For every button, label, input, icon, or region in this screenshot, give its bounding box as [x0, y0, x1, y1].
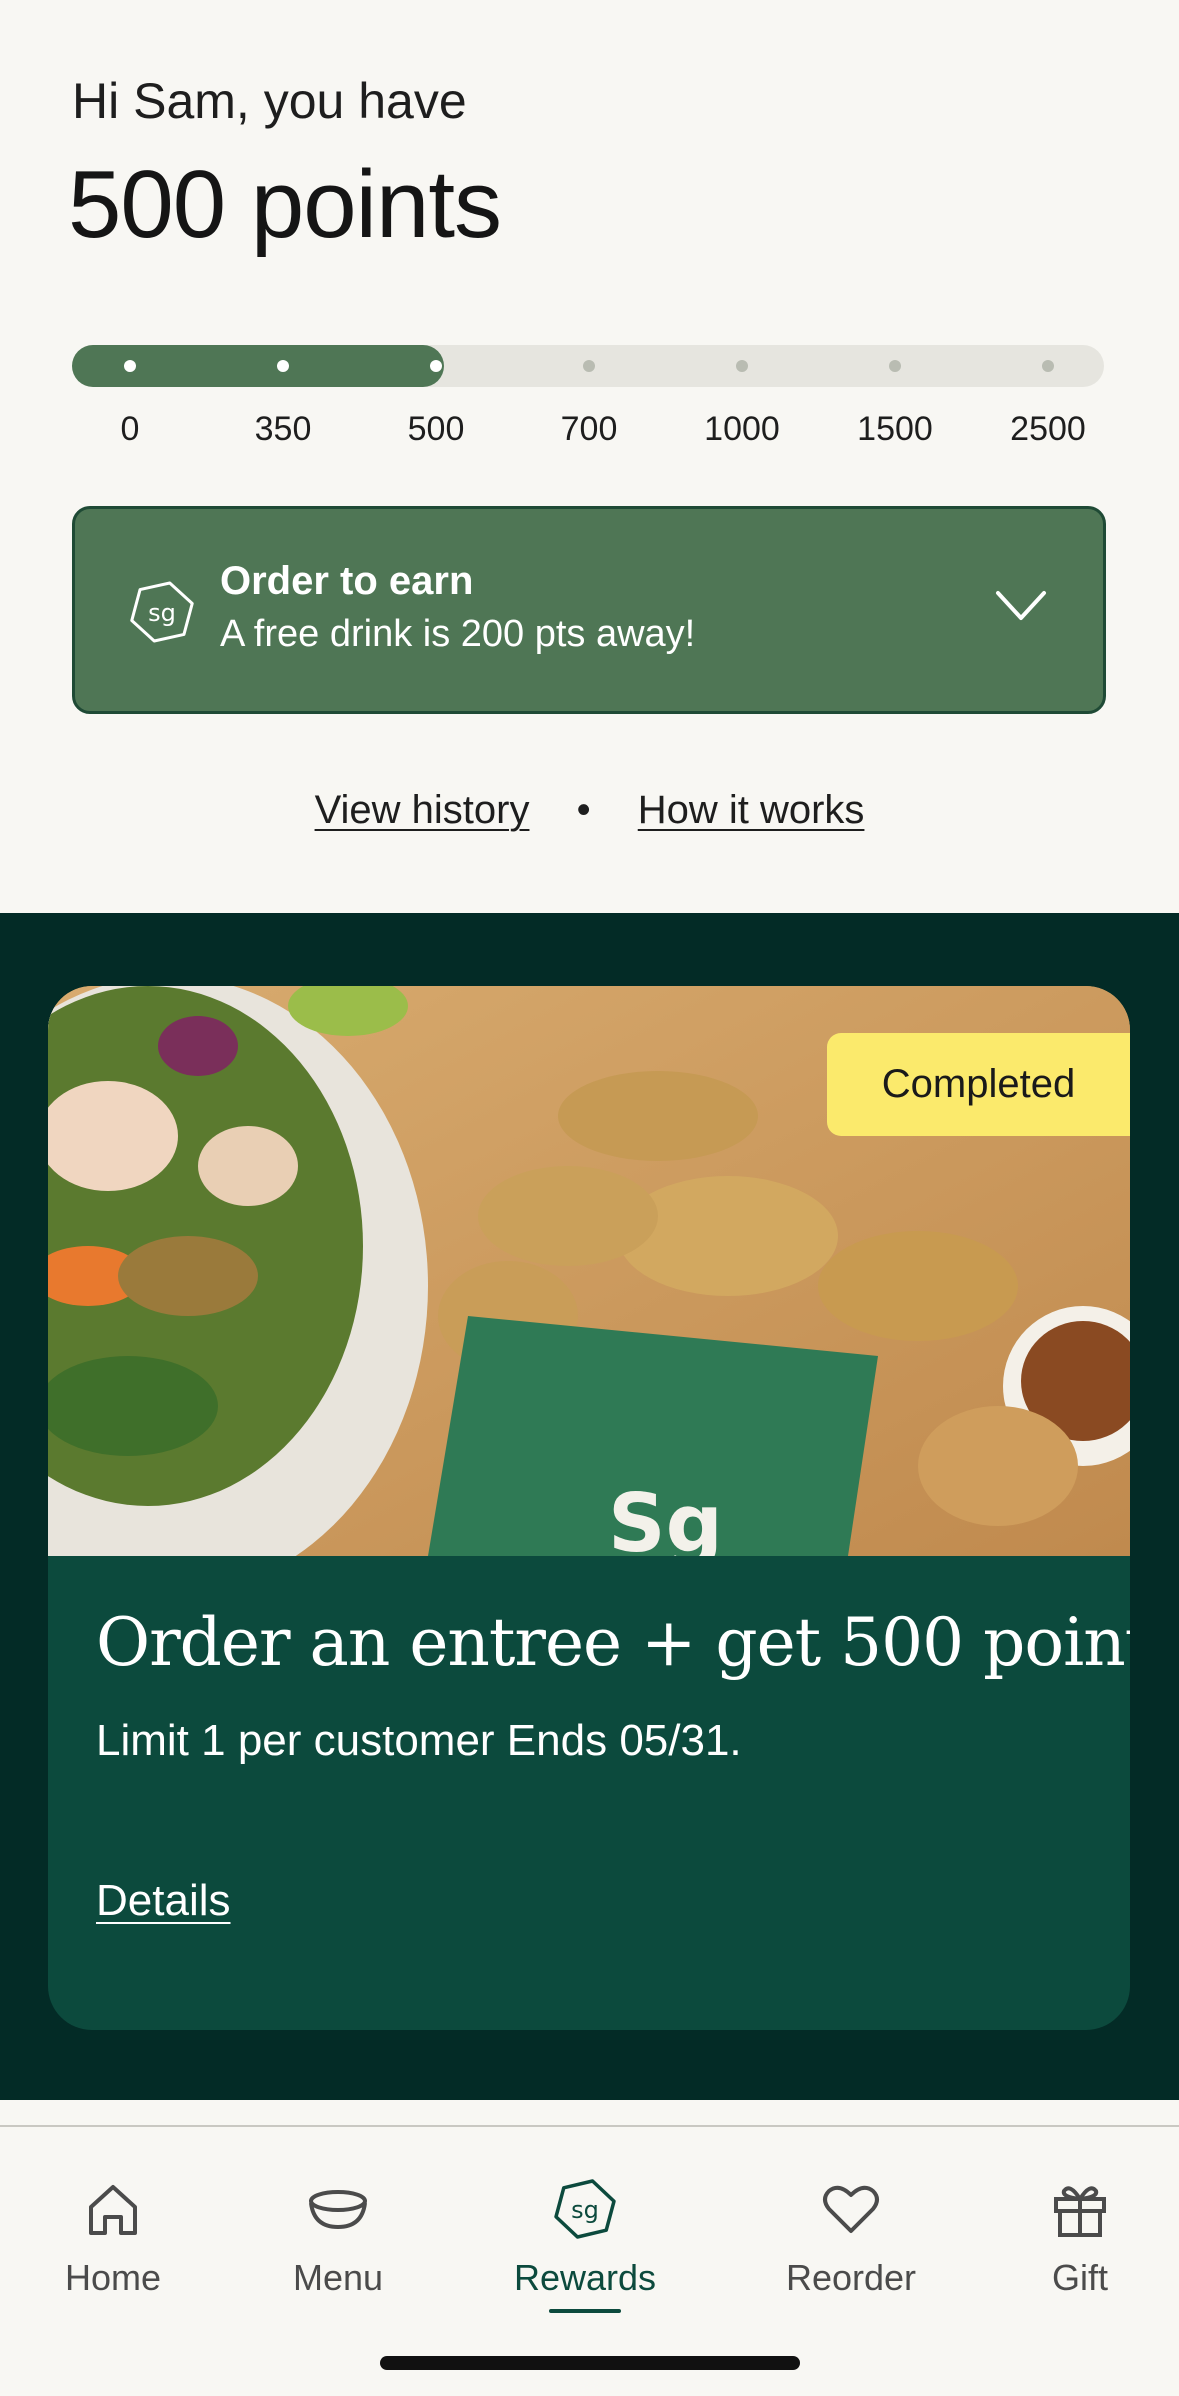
how-it-works-link[interactable]: How it works — [638, 788, 865, 832]
nav-rewards[interactable]: sg Rewards — [495, 2177, 675, 2327]
points-balance: 500 points — [68, 151, 502, 258]
promo-details-link[interactable]: Details — [96, 1876, 231, 1926]
nav-label-reorder: Reorder — [785, 2257, 917, 2298]
progress-tick-dot — [1042, 360, 1054, 372]
promo-image-brand-text: Sg — [608, 1477, 723, 1556]
progress-tick-label: 0 — [120, 410, 140, 448]
nav-label-rewards: Rewards — [513, 2257, 657, 2298]
home-indicator — [380, 2356, 800, 2370]
progress-tick-label: 700 — [560, 410, 618, 448]
home-icon — [89, 2185, 137, 2235]
svg-text:sg: sg — [148, 599, 176, 627]
progress-tick-dot — [277, 360, 289, 372]
nav-gift[interactable]: Gift — [990, 2177, 1170, 2327]
nav-reorder[interactable]: Reorder — [761, 2177, 941, 2327]
earn-card-subtitle: A free drink is 200 pts away! — [220, 613, 696, 655]
nav-home[interactable]: Home — [23, 2177, 203, 2327]
promo-subtitle: Limit 1 per customer Ends 05/31. — [96, 1716, 742, 1765]
promo-title: Order an entree + get 500 points — [96, 1604, 1130, 1681]
progress-tick-label: 2500 — [1010, 410, 1086, 448]
view-history-link[interactable]: View history — [315, 788, 530, 832]
progress-tick-label: 1000 — [704, 410, 780, 448]
link-separator: • — [576, 788, 591, 832]
promo-card[interactable]: Sg Completed Order an entree + get 500 p… — [48, 986, 1130, 2030]
bowl-icon — [309, 2190, 367, 2230]
progress-tick-dot — [736, 360, 748, 372]
active-tab-indicator — [549, 2309, 621, 2313]
points-progress-bar — [72, 345, 1104, 387]
progress-tick-label: 1500 — [857, 410, 933, 448]
completed-badge: Completed — [827, 1033, 1130, 1136]
progress-tick-dot — [889, 360, 901, 372]
progress-tick-dot — [124, 360, 136, 372]
svg-text:sg: sg — [571, 2196, 599, 2224]
earn-card-title: Order to earn — [220, 559, 474, 603]
order-to-earn-card[interactable]: sg Order to earn A free drink is 200 pts… — [72, 506, 1106, 714]
progress-tick-dot — [583, 360, 595, 372]
sg-hexagon-icon: sg — [554, 2179, 616, 2239]
sg-hexagon-icon: sg — [130, 581, 194, 643]
progress-tick-label: 350 — [254, 410, 312, 448]
chevron-down-icon[interactable] — [995, 589, 1047, 623]
greeting-text: Hi Sam, you have — [72, 73, 467, 129]
nav-label-menu: Menu — [292, 2257, 384, 2298]
nav-menu[interactable]: Menu — [248, 2177, 428, 2327]
nav-label-home: Home — [64, 2257, 162, 2298]
nav-label-gift: Gift — [1051, 2257, 1108, 2298]
promo-section: Sg Completed Order an entree + get 500 p… — [0, 913, 1179, 2100]
progress-tick-label: 500 — [407, 410, 465, 448]
progress-tick-dot — [430, 360, 442, 372]
rewards-links: View history • How it works — [0, 788, 1179, 833]
heart-icon — [823, 2185, 879, 2233]
gift-icon — [1054, 2186, 1106, 2237]
